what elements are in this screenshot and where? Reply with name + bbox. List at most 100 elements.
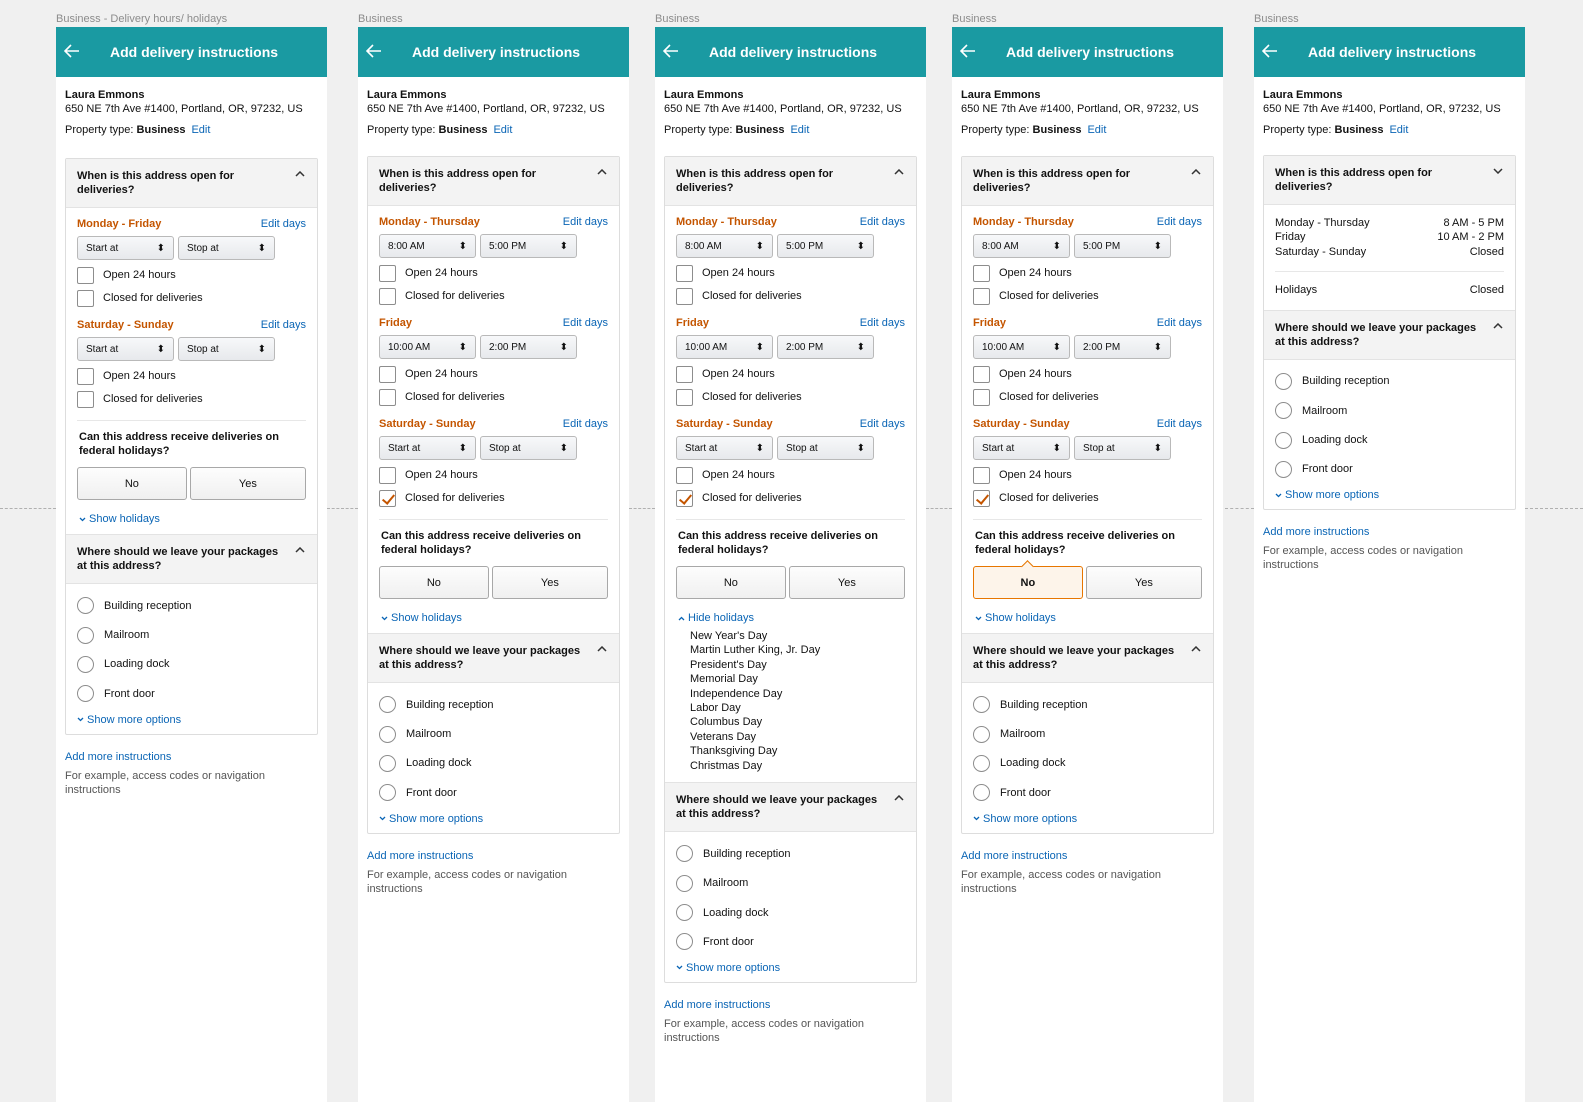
location-option[interactable]: Building reception <box>973 690 1202 719</box>
add-more-instructions-link[interactable]: Add more instructions <box>367 850 620 862</box>
radio-button[interactable] <box>77 685 94 703</box>
edit-days-link[interactable]: Edit days <box>860 418 905 430</box>
stop-time-select[interactable]: Stop at ⬍ <box>777 436 874 460</box>
checkbox-box[interactable] <box>379 365 396 383</box>
hours-section-header[interactable]: When is this address open for deliveries… <box>368 157 619 206</box>
stop-time-select[interactable]: Stop at ⬍ <box>178 236 275 260</box>
open-24-hours-checkbox[interactable]: Open 24 hours <box>379 365 608 383</box>
back-button[interactable] <box>655 27 709 77</box>
checkbox-box[interactable] <box>973 264 990 282</box>
yes-button[interactable]: Yes <box>788 566 905 599</box>
checkbox-box[interactable] <box>676 287 693 305</box>
checkbox-box[interactable] <box>973 466 990 484</box>
location-option[interactable]: Front door <box>676 927 905 956</box>
radio-button[interactable] <box>379 754 396 772</box>
add-more-instructions-link[interactable]: Add more instructions <box>961 850 1214 862</box>
radio-button[interactable] <box>676 904 693 922</box>
closed-for-deliveries-checkbox[interactable]: Closed for deliveries <box>77 289 306 307</box>
checkbox-box[interactable] <box>676 388 693 406</box>
checkbox-box[interactable] <box>77 266 94 284</box>
no-button-selected[interactable]: No <box>973 566 1083 599</box>
radio-button[interactable] <box>1275 431 1292 449</box>
checkbox-box[interactable] <box>379 264 396 282</box>
add-more-instructions-link[interactable]: Add more instructions <box>664 999 917 1011</box>
location-option[interactable]: Front door <box>379 778 608 807</box>
show-holidays-link[interactable]: Show holidays <box>379 612 608 624</box>
location-option[interactable]: Mailroom <box>676 868 905 897</box>
add-more-instructions-link[interactable]: Add more instructions <box>1263 526 1516 538</box>
start-time-select[interactable]: 8:00 AM ⬍ <box>379 234 476 258</box>
show-more-options-link[interactable]: Show more options <box>77 714 306 726</box>
edit-days-link[interactable]: Edit days <box>563 418 608 430</box>
no-button[interactable]: No <box>379 566 489 599</box>
edit-days-link[interactable]: Edit days <box>1157 418 1202 430</box>
back-button[interactable] <box>1254 27 1308 77</box>
location-option[interactable]: Mailroom <box>379 719 608 748</box>
show-more-options-link[interactable]: Show more options <box>973 813 1202 825</box>
location-option[interactable]: Loading dock <box>973 749 1202 778</box>
radio-button[interactable] <box>379 696 396 714</box>
hours-section-header[interactable]: When is this address open for deliveries… <box>66 159 317 208</box>
closed-for-deliveries-checkbox[interactable]: Closed for deliveries <box>77 390 306 408</box>
open-24-hours-checkbox[interactable]: Open 24 hours <box>973 365 1202 383</box>
show-holidays-link[interactable]: Show holidays <box>973 612 1202 624</box>
packages-section-header[interactable]: Where should we leave your packages at t… <box>962 633 1213 683</box>
checkbox-box[interactable] <box>379 388 396 406</box>
hours-section-header[interactable]: When is this address open for deliveries… <box>1264 156 1515 205</box>
stop-time-select[interactable]: 2:00 PM ⬍ <box>777 335 874 359</box>
edit-days-link[interactable]: Edit days <box>261 319 306 331</box>
checkbox-box[interactable] <box>676 264 693 282</box>
no-button[interactable]: No <box>77 467 187 500</box>
location-option[interactable]: Mailroom <box>77 620 306 649</box>
back-button[interactable] <box>952 27 1006 77</box>
radio-button[interactable] <box>1275 372 1292 390</box>
radio-button[interactable] <box>973 725 990 743</box>
location-option[interactable]: Building reception <box>1275 367 1504 396</box>
closed-for-deliveries-checkbox[interactable]: Closed for deliveries <box>973 287 1202 305</box>
radio-button[interactable] <box>77 655 94 673</box>
radio-button[interactable] <box>676 874 693 892</box>
closed-for-deliveries-checkbox[interactable]: Closed for deliveries <box>379 388 608 406</box>
packages-section-header[interactable]: Where should we leave your packages at t… <box>1264 309 1515 360</box>
edit-days-link[interactable]: Edit days <box>860 216 905 228</box>
radio-button[interactable] <box>973 754 990 772</box>
radio-button[interactable] <box>379 725 396 743</box>
packages-section-header[interactable]: Where should we leave your packages at t… <box>66 534 317 584</box>
back-button[interactable] <box>358 27 412 77</box>
open-24-hours-checkbox[interactable]: Open 24 hours <box>973 466 1202 484</box>
stop-time-select[interactable]: Stop at ⬍ <box>480 436 577 460</box>
location-option[interactable]: Front door <box>1275 455 1504 484</box>
start-time-select[interactable]: 10:00 AM ⬍ <box>676 335 773 359</box>
yes-button[interactable]: Yes <box>189 467 306 500</box>
checkbox-box[interactable] <box>973 287 990 305</box>
location-option[interactable]: Loading dock <box>379 749 608 778</box>
checkbox-box[interactable] <box>973 365 990 383</box>
checkbox-box[interactable] <box>379 287 396 305</box>
yes-button[interactable]: Yes <box>1085 566 1202 599</box>
closed-for-deliveries-checkbox[interactable]: Closed for deliveries <box>973 388 1202 406</box>
no-button[interactable]: No <box>676 566 786 599</box>
edit-property-link[interactable]: Edit <box>493 124 512 136</box>
stop-time-select[interactable]: 5:00 PM ⬍ <box>777 234 874 258</box>
checkbox-box[interactable] <box>973 388 990 406</box>
back-button[interactable] <box>56 27 110 77</box>
location-option[interactable]: Loading dock <box>1275 425 1504 454</box>
open-24-hours-checkbox[interactable]: Open 24 hours <box>676 365 905 383</box>
radio-button[interactable] <box>973 784 990 802</box>
open-24-hours-checkbox[interactable]: Open 24 hours <box>379 264 608 282</box>
edit-property-link[interactable]: Edit <box>1389 124 1408 136</box>
checkbox-box-checked[interactable] <box>379 489 396 507</box>
edit-days-link[interactable]: Edit days <box>563 216 608 228</box>
hide-holidays-link[interactable]: Hide holidays <box>676 612 905 624</box>
closed-for-deliveries-checkbox[interactable]: Closed for deliveries <box>379 489 608 507</box>
edit-property-link[interactable]: Edit <box>790 124 809 136</box>
hours-section-header[interactable]: When is this address open for deliveries… <box>962 157 1213 206</box>
closed-for-deliveries-checkbox[interactable]: Closed for deliveries <box>676 489 905 507</box>
checkbox-box[interactable] <box>379 466 396 484</box>
location-option[interactable]: Mailroom <box>973 719 1202 748</box>
checkbox-box-checked[interactable] <box>973 489 990 507</box>
closed-for-deliveries-checkbox[interactable]: Closed for deliveries <box>676 388 905 406</box>
closed-for-deliveries-checkbox[interactable]: Closed for deliveries <box>676 287 905 305</box>
open-24-hours-checkbox[interactable]: Open 24 hours <box>77 367 306 385</box>
start-time-select[interactable]: Start at ⬍ <box>77 236 174 260</box>
